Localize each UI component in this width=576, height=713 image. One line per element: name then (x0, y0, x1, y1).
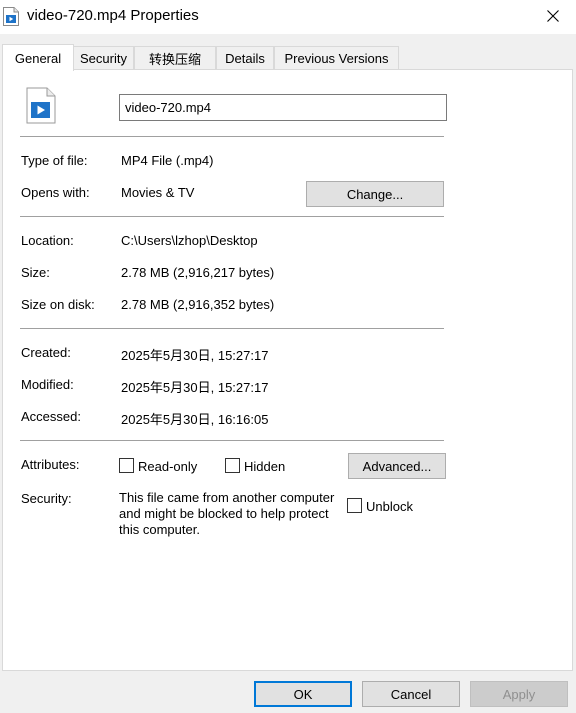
cancel-button[interactable]: Cancel (362, 681, 460, 707)
hidden-label: Hidden (244, 459, 286, 474)
change-button[interactable]: Change... (306, 181, 444, 207)
tab-details[interactable]: Details (216, 46, 274, 70)
location-value: C:\Users\lzhop\Desktop (121, 233, 258, 248)
tab-label: 转换压缩 (148, 52, 201, 67)
tab-previous-versions[interactable]: Previous Versions (274, 46, 399, 70)
security-message-line: this computer. (119, 522, 200, 537)
change-button-label: Change... (346, 186, 404, 202)
security-label: Security: (21, 491, 72, 506)
unblock-checkbox[interactable] (347, 498, 362, 513)
tab-convert-compress[interactable]: 转换压缩 (134, 46, 216, 70)
modified-value: 2025年5月30日, 15:27:17 (121, 380, 269, 395)
tab-label: Details (225, 51, 265, 66)
file-name-field[interactable] (119, 94, 447, 121)
ok-button[interactable]: OK (254, 681, 352, 707)
size-on-disk-label: Size on disk: (21, 297, 95, 312)
close-icon (547, 9, 559, 25)
read-only-checkbox[interactable] (119, 458, 134, 473)
opens-with-label: Opens with: (21, 185, 90, 200)
modified-label: Modified: (21, 377, 74, 392)
close-button[interactable] (530, 0, 576, 34)
window-title: video-720.mp4 Properties (27, 7, 199, 24)
video-file-icon (3, 7, 19, 26)
divider (20, 440, 444, 441)
opens-with-value: Movies & TV (121, 185, 195, 200)
location-label: Location: (21, 233, 74, 248)
apply-button[interactable]: Apply (470, 681, 568, 707)
attributes-label: Attributes: (21, 457, 80, 472)
title-bar: video-720.mp4 Properties (0, 0, 576, 34)
advanced-button-label: Advanced... (362, 458, 432, 474)
general-panel (2, 69, 573, 671)
divider (20, 216, 444, 217)
accessed-value: 2025年5月30日, 16:16:05 (121, 412, 269, 427)
security-message-line: This file came from another computer (119, 490, 335, 505)
ok-button-label: OK (293, 686, 313, 702)
size-value: 2.78 MB (2,916,217 bytes) (121, 265, 275, 280)
security-message-line: and might be blocked to help protect (119, 506, 329, 521)
tab-strip: General Security 转换压缩 Details Previous V… (0, 44, 576, 71)
tab-label: Security (80, 51, 127, 66)
tab-security[interactable]: Security (73, 46, 134, 70)
apply-button-label: Apply (502, 686, 536, 702)
tab-label: General (14, 50, 62, 66)
video-file-icon (26, 87, 56, 124)
created-value: 2025年5月30日, 15:27:17 (121, 348, 269, 363)
tab-general[interactable]: General (2, 44, 74, 71)
type-of-file-value: MP4 File (.mp4) (121, 153, 214, 168)
cancel-button-label: Cancel (390, 686, 432, 702)
read-only-label: Read-only (138, 459, 198, 474)
unblock-label: Unblock (366, 499, 413, 514)
size-on-disk-value: 2.78 MB (2,916,352 bytes) (121, 297, 275, 312)
size-label: Size: (21, 265, 50, 280)
created-label: Created: (21, 345, 71, 360)
tab-label: Previous Versions (284, 51, 389, 66)
advanced-button[interactable]: Advanced... (348, 453, 446, 479)
divider (20, 136, 444, 137)
divider (20, 328, 444, 329)
security-message: This file came from another computer and… (119, 490, 347, 538)
accessed-label: Accessed: (21, 409, 81, 424)
type-of-file-label: Type of file: (21, 153, 88, 168)
hidden-checkbox[interactable] (225, 458, 240, 473)
